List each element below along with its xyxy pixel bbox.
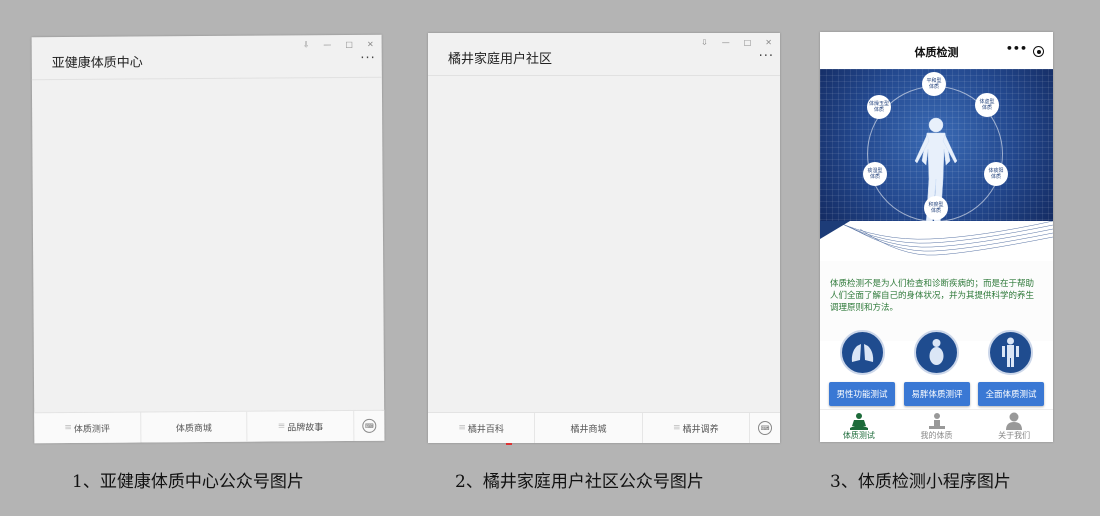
caption-3: 3、体质检测小程序图片 xyxy=(830,472,1011,492)
banner-image: 平和型 体质 体虚型 体质 体痰阳 体质 积瘀型 体质 痰湿型 体质 体燥玉型 … xyxy=(820,69,1053,221)
minimize-icon[interactable]: — xyxy=(722,38,730,47)
body-shape-test-icon[interactable] xyxy=(914,330,959,375)
menu-label: 橘井商城 xyxy=(570,424,607,435)
menu-icon: ≡ xyxy=(458,423,466,433)
menu-label: 体质测评 xyxy=(73,424,110,435)
lung-test-icon[interactable] xyxy=(840,330,885,375)
menu-icon: ≡ xyxy=(64,422,72,434)
menu-bar: ≡ 体质测评 体质商城 ≡ 品牌故事 ⌨ xyxy=(34,409,385,444)
description-section: 体质检测不是为人们检查和诊断疾病的；而是在于帮助人们全面了解自己的身体状况，并为… xyxy=(820,261,1053,341)
close-icon[interactable]: ✕ xyxy=(367,40,374,49)
keyboard-icon: ⌨ xyxy=(757,421,772,435)
menu-item-3[interactable]: ≡ 品牌故事 xyxy=(247,410,355,442)
window-controls: ⇩ — □ ✕ xyxy=(303,40,374,49)
caption-2: 2、橘井家庭用户社区公众号图片 xyxy=(455,472,704,492)
menu-icon: ≡ xyxy=(673,423,681,433)
full-body-test-icon[interactable] xyxy=(988,330,1033,375)
title-bar: ⇩ — □ ✕ 橘井家庭用户社区 ··· xyxy=(428,33,780,76)
menu-label: 体质商城 xyxy=(175,423,212,434)
user-icon xyxy=(1006,412,1023,430)
full-constitution-test-button[interactable]: 全面体质测试 xyxy=(978,382,1044,406)
constitution-bubble: 体虚型 体质 xyxy=(975,93,999,117)
more-icon[interactable]: ••• xyxy=(1006,42,1027,55)
tab-label: 关于我们 xyxy=(998,431,1031,440)
keyboard-toggle[interactable]: ⌨ xyxy=(750,413,780,443)
more-icon[interactable]: ··· xyxy=(360,51,376,66)
easy-fat-test-button[interactable]: 易胖体质测评 xyxy=(904,382,970,406)
tab-about-us[interactable]: 关于我们 xyxy=(975,410,1053,442)
page-title: 亚健康体质中心 xyxy=(51,55,143,72)
keyboard-icon: ⌨ xyxy=(362,418,377,433)
constitution-bubble: 体痰阳 体质 xyxy=(984,162,1008,186)
person-sitting-icon xyxy=(928,413,945,429)
constitution-bubble: 积瘀型 体质 xyxy=(924,196,948,220)
more-icon[interactable]: ··· xyxy=(759,49,774,64)
maximize-icon[interactable]: □ xyxy=(744,38,752,47)
male-function-test-button[interactable]: 男性功能测试 xyxy=(829,382,895,406)
menu-label: 橘井调养 xyxy=(682,424,719,435)
title-bar: ⇩ — □ ✕ 亚健康体质中心 ··· xyxy=(31,34,382,81)
keyboard-toggle[interactable]: ⌨ xyxy=(354,411,384,441)
body-icon xyxy=(929,339,944,365)
menu-item-1[interactable]: ≡ 橘井百科 xyxy=(428,413,536,443)
menu-item-2[interactable]: 体质商城 xyxy=(140,411,248,443)
menu-label: 品牌故事 xyxy=(287,422,324,433)
menu-bar: ≡ 橘井百科 橘井商城 ≡ 橘井调养 ⌨ xyxy=(428,412,780,443)
minimize-icon[interactable]: — xyxy=(323,40,331,49)
meditation-icon xyxy=(849,413,868,430)
menu-item-2[interactable]: 橘井商城 xyxy=(535,413,643,443)
tab-label: 体质测试 xyxy=(842,431,875,440)
human-icon xyxy=(1002,337,1019,367)
constitution-bubble: 体燥玉型 体质 xyxy=(867,95,891,119)
tab-constitution-test[interactable]: 体质测试 xyxy=(820,410,898,442)
pin-icon[interactable]: ⇩ xyxy=(303,40,310,49)
page-title: 橘井家庭用户社区 xyxy=(448,52,553,67)
wechat-window-1: ⇩ — □ ✕ 亚健康体质中心 ··· ≡ 体质测评 体质商城 ≡ 品牌故事 ⌨ xyxy=(31,34,385,444)
menu-icon: ≡ xyxy=(277,421,286,432)
tab-label: 我的体质 xyxy=(920,431,953,440)
menu-item-1[interactable]: ≡ 体质测评 xyxy=(34,412,142,444)
maximize-icon[interactable]: □ xyxy=(345,40,353,49)
caption-1: 1、亚健康体质中心公众号图片 xyxy=(72,472,304,492)
wechat-window-2: ⇩ — □ ✕ 橘井家庭用户社区 ··· ≡ 橘井百科 橘井商城 ≡ 橘井调养 ⌨ xyxy=(428,33,780,445)
pin-icon[interactable]: ⇩ xyxy=(701,38,708,47)
window-controls: ⇩ — □ ✕ xyxy=(701,38,772,47)
lungs-icon xyxy=(851,344,874,362)
wave-decoration xyxy=(820,220,1053,261)
constitution-bubble: 痰湿型 体质 xyxy=(863,162,887,186)
description-text: 体质检测不是为人们检查和诊断疾病的；而是在于帮助人们全面了解自己的身体状况，并为… xyxy=(830,279,1035,313)
mini-program-screen: 体质检测 ••• 平和型 体质 体虚型 体质 体痰阳 体质 积瘀型 体质 痰湿型… xyxy=(820,32,1053,442)
close-capsule-icon[interactable] xyxy=(1033,46,1044,57)
red-marker xyxy=(506,443,512,445)
nav-bar: 体质检测 ••• xyxy=(820,32,1053,69)
menu-item-3[interactable]: ≡ 橘井调养 xyxy=(643,413,750,443)
tab-bar: 体质测试 我的体质 关于我们 xyxy=(820,409,1053,442)
tab-my-constitution[interactable]: 我的体质 xyxy=(898,410,976,442)
constitution-bubble: 平和型 体质 xyxy=(922,72,946,96)
menu-label: 橘井百科 xyxy=(467,424,504,435)
wave-lines xyxy=(820,220,1053,256)
close-icon[interactable]: ✕ xyxy=(765,38,772,47)
